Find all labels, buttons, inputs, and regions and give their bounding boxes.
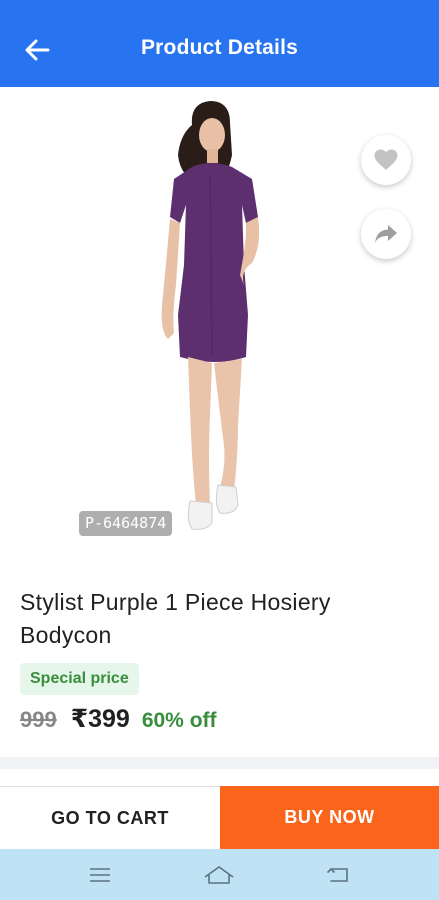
section-divider [0, 757, 439, 769]
special-price-tag: Special price [20, 663, 139, 695]
product-image[interactable] [140, 95, 290, 535]
back-icon [327, 867, 348, 882]
product-info: Stylist Purple 1 Piece Hosiery Bodycon S… [20, 586, 420, 734]
system-menu-button[interactable] [80, 860, 120, 890]
buy-now-button[interactable]: BUY NOW [220, 786, 439, 849]
go-to-cart-button[interactable]: GO TO CART [0, 786, 220, 849]
price-row: 999 ₹399 60% off [20, 704, 420, 734]
heart-icon [374, 149, 398, 170]
share-button[interactable] [361, 209, 411, 259]
discount-label: 60% off [141, 709, 217, 732]
original-price: 999 [20, 707, 57, 732]
system-home-button[interactable] [199, 860, 239, 890]
page-title: Product Details [140, 36, 299, 59]
share-icon [375, 225, 397, 243]
app-bar: Product Details [0, 0, 439, 87]
home-icon [205, 865, 234, 884]
wishlist-button[interactable] [361, 135, 411, 185]
action-bar: GO TO CART BUY NOW [0, 786, 439, 849]
system-navigation-bar [0, 849, 439, 900]
product-id-badge: P-6464874 [79, 511, 173, 536]
product-title: Stylist Purple 1 Piece Hosiery Bodycon [20, 589, 331, 648]
system-back-button[interactable] [319, 860, 359, 890]
product-image-area: P-6464874 [0, 87, 439, 557]
selling-price: ₹399 [70, 705, 130, 733]
menu-icon [89, 867, 110, 882]
